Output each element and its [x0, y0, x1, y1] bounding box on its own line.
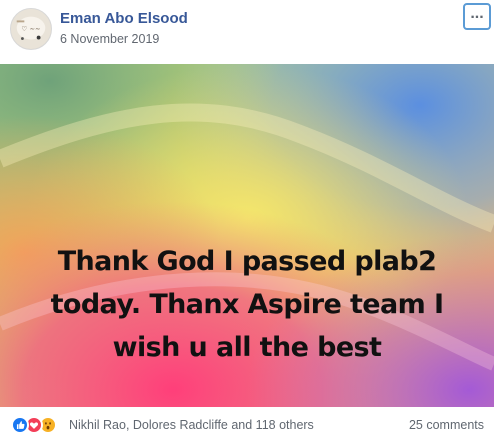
svg-text:♡ ∼∼: ♡ ∼∼ — [21, 25, 40, 33]
more-options-button[interactable]: ... — [463, 3, 491, 30]
post-footer: Nikhil Rao, Dolores Radcliffe and 118 ot… — [0, 407, 494, 444]
reactions-summary[interactable] — [11, 416, 57, 434]
like-icon — [11, 416, 29, 434]
post-image[interactable]: Thank God I passed plab2 today. Thanx As… — [0, 64, 494, 407]
author-name[interactable]: Eman Abo Elsood — [60, 10, 188, 27]
author-avatar[interactable]: ♡ ∼∼ — [10, 8, 52, 50]
post-date[interactable]: 6 November 2019 — [60, 32, 159, 46]
comments-count-link[interactable]: 25 comments — [409, 418, 484, 432]
post-header: ♡ ∼∼ Eman Abo Elsood 6 November 2019 ... — [0, 0, 494, 62]
more-horizontal-icon: ... — [470, 4, 484, 22]
reactors-list[interactable]: Nikhil Rao, Dolores Radcliffe and 118 ot… — [69, 418, 314, 432]
avatar-image: ♡ ∼∼ — [11, 9, 51, 49]
post-text: Thank God I passed plab2 today. Thanx As… — [50, 246, 444, 363]
